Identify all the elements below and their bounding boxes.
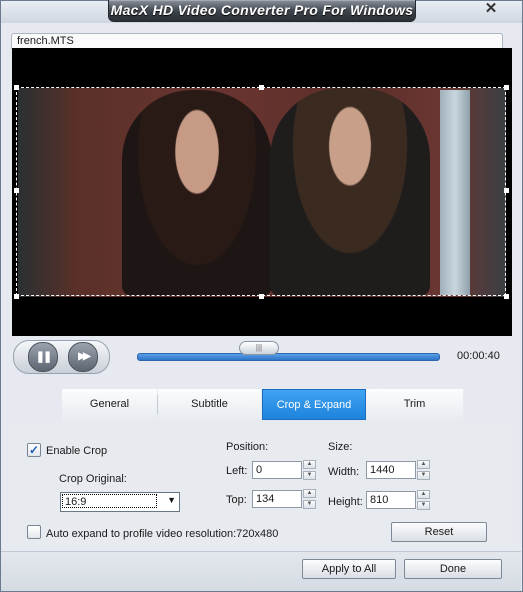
position-label: Position: bbox=[226, 441, 269, 453]
tab-crop-expand[interactable]: Crop & Expand bbox=[262, 389, 366, 420]
tab-label: General bbox=[89, 398, 130, 410]
crop-original-select[interactable]: 16:9 ▼ bbox=[60, 492, 180, 512]
top-spin-up[interactable]: ▲ bbox=[303, 489, 316, 498]
file-name: french.MTS bbox=[17, 35, 74, 47]
left-input[interactable]: 0 bbox=[252, 461, 302, 479]
fast-forward-icon[interactable]: ▶▶ bbox=[68, 342, 98, 372]
left-spin-up[interactable]: ▲ bbox=[303, 460, 316, 469]
top-label: Top: bbox=[226, 494, 247, 506]
crop-rectangle[interactable] bbox=[16, 87, 506, 296]
check-icon: ✓ bbox=[28, 443, 40, 457]
width-input[interactable]: 1440 bbox=[366, 461, 416, 479]
crop-original-value: 16:9 bbox=[62, 494, 157, 508]
progress-bar[interactable] bbox=[137, 353, 440, 361]
auto-expand-checkbox[interactable] bbox=[27, 525, 41, 539]
current-time: 00:00:40 bbox=[457, 350, 500, 362]
crop-handle-top[interactable] bbox=[259, 85, 264, 90]
pause-icon[interactable]: ❚❚ bbox=[28, 342, 58, 372]
tab-label: Crop & Expand bbox=[276, 399, 352, 411]
height-spin-up[interactable]: ▲ bbox=[417, 490, 430, 499]
done-button[interactable]: Done bbox=[404, 559, 502, 579]
crop-handle-right[interactable] bbox=[504, 188, 509, 193]
window-title: MacX HD Video Converter Pro For Windows bbox=[110, 2, 414, 18]
size-label: Size: bbox=[328, 441, 353, 453]
file-tab[interactable]: french.MTS bbox=[11, 33, 503, 49]
reset-button[interactable]: Reset bbox=[391, 522, 487, 542]
crop-original-label: Crop Original: bbox=[59, 473, 127, 485]
apply-to-all-button[interactable]: Apply to All bbox=[302, 559, 396, 579]
crop-handle-bottom[interactable] bbox=[259, 294, 264, 299]
tab-trim[interactable]: Trim bbox=[366, 389, 463, 420]
height-label: Height: bbox=[328, 496, 363, 508]
crop-handle-top-right[interactable] bbox=[504, 85, 509, 90]
height-spin-down[interactable]: ▼ bbox=[417, 501, 430, 510]
progress-slider-knob[interactable]: ||| bbox=[239, 341, 279, 355]
tab-subtitle[interactable]: Subtitle bbox=[158, 389, 261, 420]
title-pill: MacX HD Video Converter Pro For Windows bbox=[108, 0, 416, 22]
chevron-down-icon: ▼ bbox=[167, 495, 176, 505]
crop-handle-bottom-left[interactable] bbox=[14, 294, 19, 299]
tab-bar: General Subtitle Crop & Expand Trim bbox=[62, 389, 463, 420]
tab-general[interactable]: General bbox=[62, 389, 157, 420]
top-input[interactable]: 134 bbox=[252, 490, 302, 508]
tab-label: Trim bbox=[403, 398, 426, 410]
crop-handle-left[interactable] bbox=[14, 188, 19, 193]
enable-crop-label: Enable Crop bbox=[46, 445, 108, 457]
height-input[interactable]: 810 bbox=[366, 491, 416, 509]
auto-expand-label: Auto expand to profile video resolution:… bbox=[46, 528, 279, 540]
crop-handle-bottom-right[interactable] bbox=[504, 294, 509, 299]
top-spin-down[interactable]: ▼ bbox=[303, 500, 316, 509]
tab-label: Subtitle bbox=[191, 398, 228, 410]
enable-crop-checkbox[interactable]: ✓ bbox=[27, 443, 41, 457]
width-label: Width: bbox=[328, 466, 360, 478]
left-spin-down[interactable]: ▼ bbox=[303, 471, 316, 480]
width-spin-up[interactable]: ▲ bbox=[417, 460, 430, 469]
crop-handle-top-left[interactable] bbox=[14, 85, 19, 90]
close-icon[interactable]: ✕ bbox=[480, 0, 502, 18]
width-spin-down[interactable]: ▼ bbox=[417, 471, 430, 480]
left-label: Left: bbox=[226, 465, 248, 477]
